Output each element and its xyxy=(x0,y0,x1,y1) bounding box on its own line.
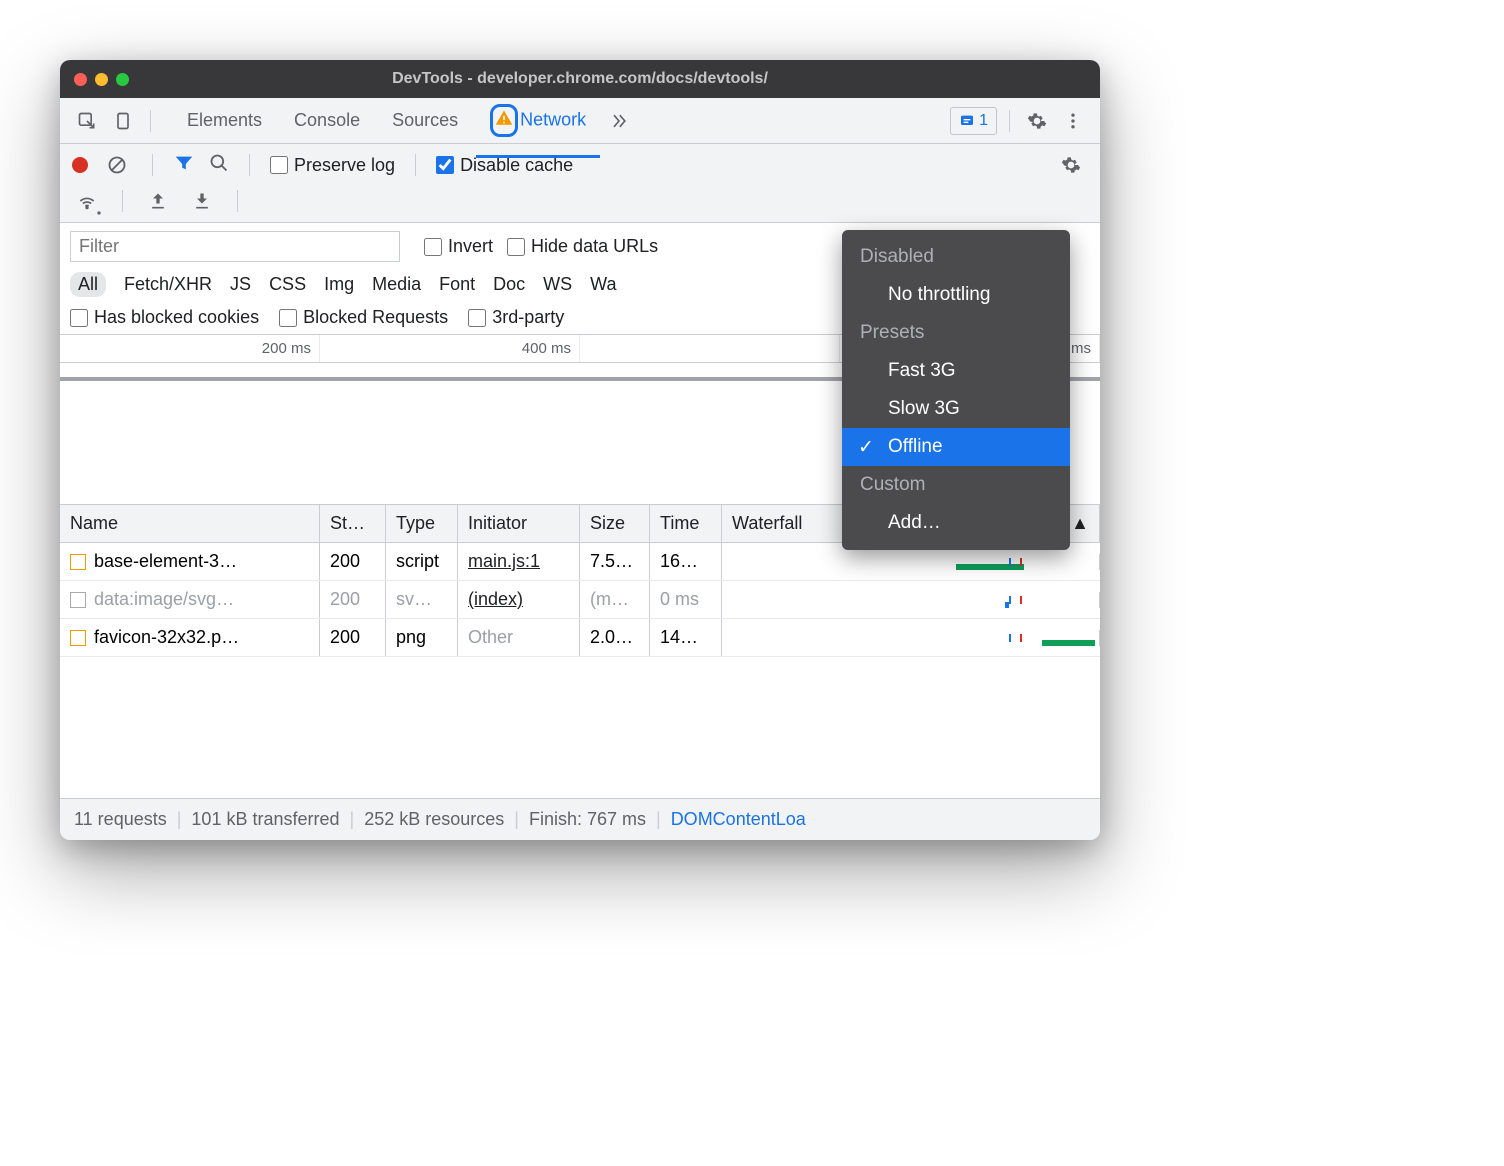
kebab-menu-icon[interactable] xyxy=(1058,106,1088,136)
third-party-checkbox[interactable]: 3rd-party xyxy=(468,307,564,328)
filter-icon[interactable] xyxy=(173,152,195,179)
device-toggle-icon[interactable] xyxy=(108,106,138,136)
filter-type-doc[interactable]: Doc xyxy=(493,274,525,295)
download-icon[interactable] xyxy=(187,186,217,216)
col-initiator[interactable]: Initiator xyxy=(458,505,580,542)
issues-count: 1 xyxy=(979,112,988,130)
status-transferred: 101 kB transferred xyxy=(191,809,339,830)
sort-asc-icon: ▲ xyxy=(1071,513,1089,534)
tab-bar: Elements Console Sources Network 1 xyxy=(60,98,1100,144)
dropdown-fast-3g[interactable]: Fast 3G xyxy=(842,352,1070,390)
status-finish: Finish: 767 ms xyxy=(529,809,646,830)
status-bar: 11 requests| 101 kB transferred| 252 kB … xyxy=(60,798,1100,840)
zoom-button[interactable] xyxy=(116,73,129,86)
close-button[interactable] xyxy=(74,73,87,86)
search-icon[interactable] xyxy=(209,153,229,178)
filter-type-all[interactable]: All xyxy=(70,272,106,297)
upload-icon[interactable] xyxy=(143,186,173,216)
inspect-icon[interactable] xyxy=(72,106,102,136)
filter-type-font[interactable]: Font xyxy=(439,274,475,295)
status-dcl: DOMContentLoa xyxy=(671,809,806,830)
dropdown-custom-label: Custom xyxy=(842,466,1070,504)
col-name[interactable]: Name xyxy=(60,505,320,542)
dropdown-presets-label: Presets xyxy=(842,314,1070,352)
warning-icon xyxy=(495,109,513,132)
dropdown-offline[interactable]: Offline xyxy=(842,428,1070,466)
table-row[interactable]: data:image/svg…200sv…(index)(m…0 ms xyxy=(60,581,1100,619)
filter-type-media[interactable]: Media xyxy=(372,274,421,295)
filter-type-fetchxhr[interactable]: Fetch/XHR xyxy=(124,274,212,295)
separator xyxy=(150,110,151,132)
table-row[interactable]: favicon-32x32.p…200pngOther2.0…14… xyxy=(60,619,1100,657)
dropdown-disabled-label: Disabled xyxy=(842,238,1070,276)
blocked-cookies-checkbox[interactable]: Has blocked cookies xyxy=(70,307,259,328)
tab-network[interactable]: Network xyxy=(476,94,600,147)
status-resources: 252 kB resources xyxy=(364,809,504,830)
minimize-button[interactable] xyxy=(95,73,108,86)
issues-button[interactable]: 1 xyxy=(950,107,997,135)
filter-type-js[interactable]: JS xyxy=(230,274,251,295)
settings-icon[interactable] xyxy=(1022,106,1052,136)
wifi-icon[interactable] xyxy=(72,186,102,216)
blocked-requests-checkbox[interactable]: Blocked Requests xyxy=(279,307,448,328)
timeline-tick: 200 ms xyxy=(60,335,320,362)
filter-type-ws[interactable]: WS xyxy=(543,274,572,295)
tab-elements[interactable]: Elements xyxy=(173,100,276,141)
warning-highlight xyxy=(490,104,518,137)
filter-type-css[interactable]: CSS xyxy=(269,274,306,295)
window-title: DevTools - developer.chrome.com/docs/dev… xyxy=(392,70,768,88)
dropdown-add[interactable]: Add… xyxy=(842,504,1070,542)
hide-data-urls-checkbox[interactable]: Hide data URLs xyxy=(507,236,658,257)
throttling-dropdown: Disabled No throttling Presets Fast 3G S… xyxy=(842,230,1070,550)
filter-type-wa[interactable]: Wa xyxy=(590,274,616,295)
dropdown-slow-3g[interactable]: Slow 3G xyxy=(842,390,1070,428)
tab-console[interactable]: Console xyxy=(280,100,374,141)
status-requests: 11 requests xyxy=(74,809,167,830)
timeline-tick xyxy=(580,335,840,362)
table-body: base-element-3…200scriptmain.js:17.5…16…… xyxy=(60,543,1100,657)
timeline-tick: 400 ms xyxy=(320,335,580,362)
col-time[interactable]: Time xyxy=(650,505,722,542)
tab-sources[interactable]: Sources xyxy=(378,100,472,141)
col-status[interactable]: St… xyxy=(320,505,386,542)
devtools-window: DevTools - developer.chrome.com/docs/dev… xyxy=(60,60,1100,840)
record-button[interactable] xyxy=(72,157,88,173)
tab-network-label: Network xyxy=(520,109,586,129)
invert-checkbox[interactable]: Invert xyxy=(424,236,493,257)
clear-icon[interactable] xyxy=(102,150,132,180)
preserve-log-checkbox[interactable]: Preserve log xyxy=(270,155,395,176)
titlebar: DevTools - developer.chrome.com/docs/dev… xyxy=(60,60,1100,98)
filter-input[interactable] xyxy=(70,231,400,262)
dropdown-no-throttling[interactable]: No throttling xyxy=(842,276,1070,314)
more-tabs-icon[interactable] xyxy=(604,106,634,136)
filter-type-img[interactable]: Img xyxy=(324,274,354,295)
col-type[interactable]: Type xyxy=(386,505,458,542)
col-size[interactable]: Size xyxy=(580,505,650,542)
panel-settings-icon[interactable] xyxy=(1056,150,1086,180)
traffic-lights xyxy=(74,73,129,86)
